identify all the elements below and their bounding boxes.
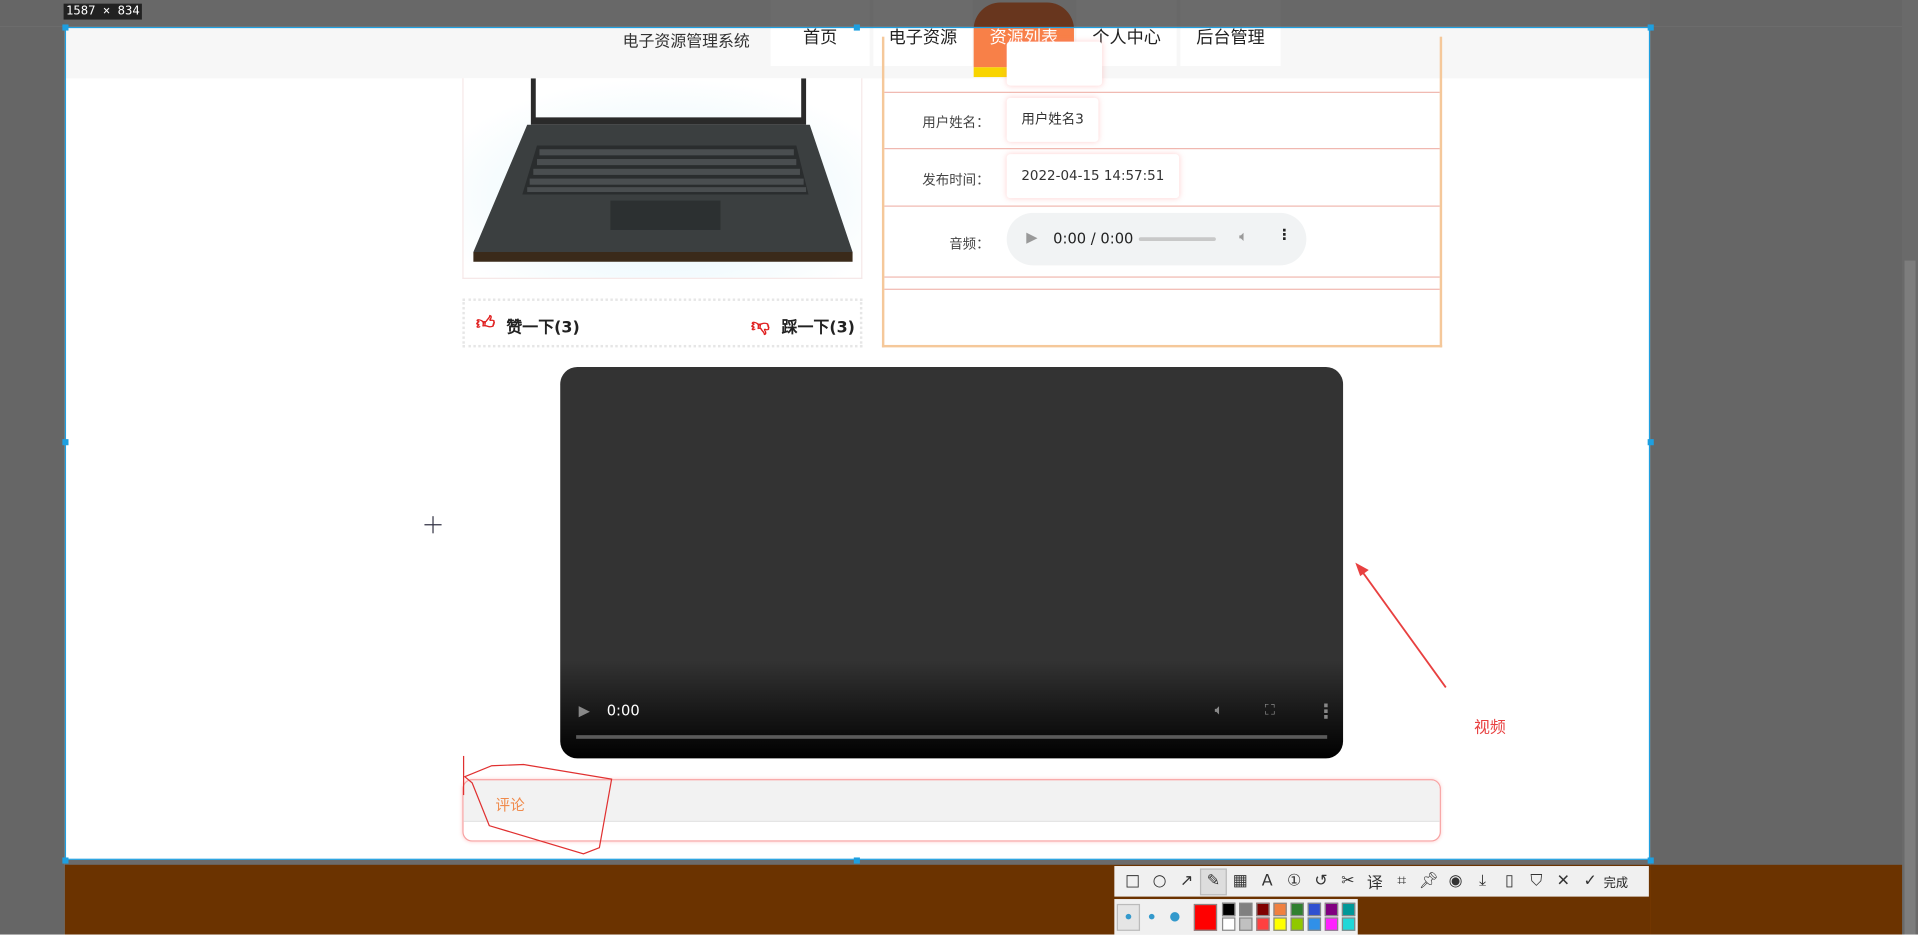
current-color[interactable] (1193, 903, 1218, 931)
translate-icon[interactable]: 译 (1361, 868, 1388, 895)
rectangle-icon[interactable]: □ (1119, 868, 1146, 895)
color-swatch[interactable] (1290, 917, 1304, 931)
arrow-icon[interactable]: ↗ (1173, 868, 1200, 895)
record-icon[interactable]: ◉ (1442, 868, 1469, 895)
check-icon[interactable]: ✓ (1577, 868, 1604, 895)
color-palette (1221, 902, 1358, 931)
color-swatch[interactable] (1221, 902, 1236, 917)
mosaic-icon[interactable]: ▦ (1227, 868, 1254, 895)
text-icon[interactable]: A (1254, 868, 1281, 895)
color-swatch[interactable] (1256, 902, 1270, 917)
color-swatch[interactable] (1290, 902, 1304, 917)
close-icon[interactable]: ✕ (1550, 868, 1577, 895)
color-swatch[interactable] (1256, 917, 1270, 931)
style-toolbar: ● ● ● (1114, 899, 1358, 935)
color-swatch[interactable] (1273, 917, 1287, 931)
ellipse-icon[interactable]: ○ (1146, 868, 1173, 895)
selection-rect[interactable] (64, 26, 1651, 860)
number-icon[interactable]: ① (1281, 868, 1308, 895)
color-swatch[interactable] (1273, 902, 1287, 917)
size-small-icon[interactable]: ● (1116, 903, 1141, 931)
pin-icon[interactable]: 📌︎ (1415, 868, 1442, 895)
ocr-icon[interactable]: ⌗ (1388, 868, 1415, 895)
screen: 电子资源管理系统 首页 电子资源 资源列表 个人中心 后台管理 👍︎ 赞一下(3… (0, 0, 1918, 935)
color-swatch[interactable] (1324, 902, 1339, 917)
size-label: 1587 × 834 (63, 3, 143, 20)
color-swatch[interactable] (1239, 902, 1253, 917)
size-medium-icon[interactable]: ● (1140, 903, 1163, 930)
color-swatch[interactable] (1341, 902, 1356, 917)
pencil-icon[interactable]: ✎ (1199, 867, 1227, 895)
size-large-icon[interactable]: ● (1163, 903, 1186, 930)
long-screenshot-icon[interactable]: ▯ (1496, 868, 1523, 895)
color-swatch[interactable] (1239, 917, 1253, 931)
color-swatch[interactable] (1307, 917, 1322, 931)
cut-icon[interactable]: ✂ (1335, 868, 1362, 895)
color-swatch[interactable] (1341, 917, 1356, 931)
download-icon[interactable]: ⤓ (1469, 868, 1496, 895)
undo-icon[interactable]: ↺ (1308, 868, 1335, 895)
bookmark-icon[interactable]: ⛉ (1523, 868, 1550, 895)
color-swatch[interactable] (1307, 902, 1322, 917)
capture-toolbar: □ ○ ↗ ✎ ▦ A ① ↺ ✂ 译 ⌗ 📌︎ ◉ ⤓ ▯ ⛉ ✕ ✓ 完成 (1114, 866, 1649, 897)
done-button[interactable]: 完成 (1604, 872, 1628, 890)
color-swatch[interactable] (1221, 917, 1236, 931)
color-swatch[interactable] (1324, 917, 1339, 931)
